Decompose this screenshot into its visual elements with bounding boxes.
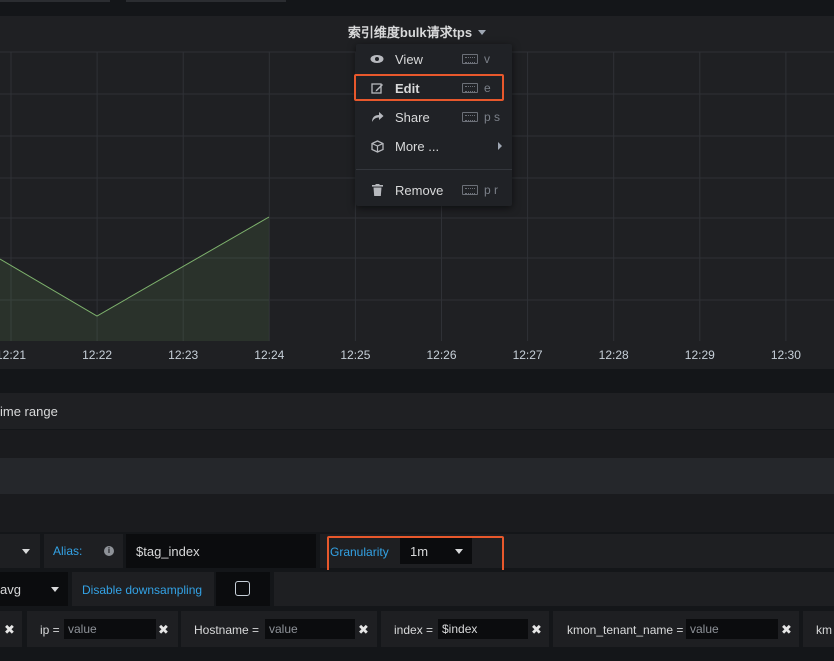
- close-icon[interactable]: ✖: [158, 622, 169, 638]
- trash-icon: [370, 183, 384, 197]
- keyboard-icon: [462, 112, 478, 122]
- menu-item-remove[interactable]: Remove p r: [356, 176, 512, 204]
- chevron-down-icon[interactable]: [51, 587, 59, 592]
- filler-box: [274, 572, 834, 606]
- top-strip: [0, 0, 834, 16]
- time-range-text: ime range: [0, 404, 58, 419]
- granularity-highlight-box: [327, 536, 504, 573]
- menu-item-more[interactable]: More ...: [356, 132, 512, 160]
- aggregator-select[interactable]: avg: [0, 572, 68, 606]
- x-axis: 12:21 12:22 12:23 12:24 12:25 12:26 12:27 12:28…: [0, 348, 801, 362]
- menu-item-label: Remove: [395, 182, 444, 198]
- chevron-right-icon: [498, 142, 502, 150]
- close-icon[interactable]: ✖: [531, 622, 542, 638]
- tag-key: kmon_tenant_name =: [567, 623, 684, 637]
- x-tick-label: 12:22: [82, 348, 112, 362]
- panel-title-text[interactable]: 索引维度bulk请求tps: [348, 22, 472, 41]
- shortcut-key: p s: [484, 110, 501, 124]
- series-area: [0, 217, 269, 341]
- tag-value-input[interactable]: value: [686, 619, 778, 639]
- alias-label-box: Alias: i: [44, 534, 123, 568]
- chevron-down-icon[interactable]: [478, 29, 487, 35]
- menu-item-view[interactable]: View v: [356, 45, 512, 73]
- top-block: [0, 0, 110, 2]
- menu-item-label: More ...: [395, 138, 440, 154]
- tag-filter-ip: ip = value ✖: [27, 611, 178, 647]
- menu-divider: [356, 169, 512, 170]
- metric-select[interactable]: [0, 534, 40, 568]
- downsampling-label-box: Disable downsampling: [72, 572, 214, 606]
- tag-filter-partial: km: [803, 611, 834, 647]
- tag-value-input[interactable]: $index: [438, 619, 528, 639]
- tag-filter-hostname: Hostname = value ✖: [181, 611, 377, 647]
- tag-filter-index: index = $index ✖: [381, 611, 549, 647]
- close-icon[interactable]: ✖: [358, 622, 369, 638]
- shortcut-key: v: [484, 52, 490, 66]
- query-options-row: Alias: i $tag_index Granularity 1m: [0, 532, 834, 573]
- close-icon[interactable]: ✖: [4, 622, 15, 638]
- aggregation-row: avg Disable downsampling: [0, 570, 834, 608]
- tag-value-input[interactable]: value: [265, 619, 355, 639]
- tag-filter-tenant: kmon_tenant_name = value ✖: [553, 611, 799, 647]
- alias-input[interactable]: $tag_index: [126, 534, 316, 568]
- tag-key: index =: [394, 623, 434, 637]
- tag-value-input[interactable]: value: [64, 619, 156, 639]
- alias-label: Alias:: [53, 544, 83, 558]
- eye-icon: [370, 52, 384, 66]
- editor-row: [0, 430, 834, 458]
- x-tick-label: 12:30: [771, 348, 801, 362]
- aggregator-value: avg: [0, 581, 21, 597]
- x-tick-label: 12:21: [0, 348, 26, 362]
- x-tick-label: 12:23: [168, 348, 198, 362]
- editor-row: [0, 494, 834, 532]
- top-block: [126, 0, 286, 2]
- menu-item-label: Share: [395, 109, 430, 125]
- tag-key: ip =: [40, 623, 60, 637]
- downsampling-checkbox-wrap[interactable]: [216, 572, 270, 606]
- tag-filter-partial: ✖: [0, 611, 22, 647]
- share-icon: [370, 110, 384, 124]
- time-range-row: ime range: [0, 393, 834, 429]
- menu-item-label: View: [395, 51, 423, 67]
- x-tick-label: 12:25: [340, 348, 370, 362]
- x-tick-label: 12:28: [599, 348, 629, 362]
- downsampling-checkbox[interactable]: [235, 581, 250, 596]
- editor-row: [0, 458, 834, 494]
- info-icon[interactable]: i: [104, 546, 114, 556]
- downsampling-label: Disable downsampling: [82, 583, 203, 597]
- keyboard-icon: [462, 54, 478, 64]
- cube-icon: [370, 139, 384, 153]
- edit-highlight-box: [354, 74, 504, 101]
- editor-gap: [0, 369, 834, 393]
- tag-key: km: [816, 623, 832, 637]
- keyboard-icon: [462, 185, 478, 195]
- x-tick-label: 12:29: [685, 348, 715, 362]
- shortcut-key: p r: [484, 183, 499, 197]
- x-tick-label: 12:26: [426, 348, 456, 362]
- x-tick-label: 12:27: [513, 348, 543, 362]
- menu-item-share[interactable]: Share p s: [356, 103, 512, 131]
- close-icon[interactable]: ✖: [781, 622, 792, 638]
- x-tick-label: 12:24: [254, 348, 284, 362]
- panel-title[interactable]: 索引维度bulk请求tps: [0, 16, 834, 46]
- tag-key: Hostname =: [194, 623, 260, 637]
- chevron-down-icon[interactable]: [22, 549, 30, 554]
- panel-context-menu: View v Edit e Share p s More ... Remove …: [356, 44, 512, 206]
